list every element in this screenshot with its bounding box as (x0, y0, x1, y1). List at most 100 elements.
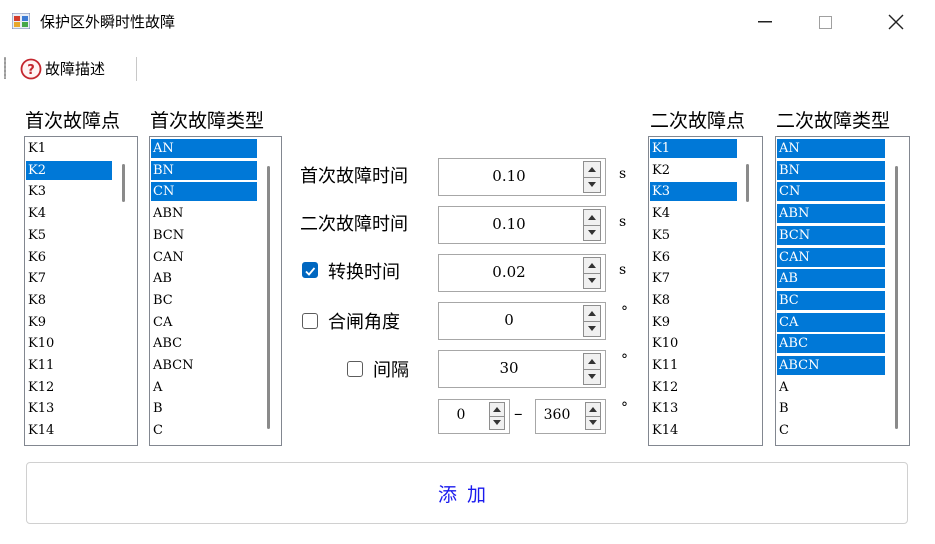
first-point-scrollbar[interactable] (122, 164, 125, 202)
list-item[interactable]: K3 (650, 182, 737, 202)
second-time-value[interactable]: 0.10 (439, 215, 579, 233)
list-item[interactable]: ABCN (151, 356, 257, 375)
first-time-spinner[interactable]: 0.10 (438, 158, 606, 196)
list-item[interactable]: K7 (650, 269, 737, 288)
list-item[interactable]: K10 (650, 334, 737, 353)
second-time-spinner[interactable]: 0.10 (438, 206, 606, 244)
list-item[interactable]: BC (777, 290, 885, 310)
list-item[interactable]: AB (151, 269, 257, 288)
list-item[interactable]: ABC (151, 334, 257, 353)
list-item[interactable]: ABC (777, 334, 885, 354)
list-item[interactable]: C (777, 421, 885, 440)
range-to-value[interactable]: 360 (537, 407, 577, 423)
first-time-value[interactable]: 0.10 (439, 167, 579, 185)
list-item[interactable]: CAN (777, 247, 885, 267)
list-item[interactable]: K7 (26, 269, 112, 288)
list-item[interactable]: CA (151, 313, 257, 332)
question-circle-icon[interactable]: ? (20, 58, 42, 80)
second-point-listbox[interactable]: K1 K2 K3 K4 K5 K6 K7 K8 K9 K10 K11 K12 K13 K14 (648, 136, 763, 446)
list-item[interactable]: B (777, 399, 885, 418)
list-item[interactable]: K2 (650, 161, 737, 180)
range-from-value[interactable]: 0 (441, 407, 481, 423)
second-type-scrollbar[interactable] (895, 166, 898, 429)
spin-up-icon[interactable] (586, 403, 600, 417)
list-item[interactable]: K5 (650, 226, 737, 245)
list-item[interactable]: K10 (26, 334, 112, 353)
interval-checkbox[interactable] (347, 361, 363, 377)
second-point-scrollbar[interactable] (746, 164, 749, 202)
switch-time-checkbox[interactable] (302, 262, 318, 278)
list-item[interactable]: K1 (26, 139, 112, 158)
minimize-button[interactable] (735, 0, 795, 44)
list-item[interactable]: K14 (26, 421, 112, 440)
list-item[interactable]: K2 (26, 160, 112, 180)
list-item[interactable]: K1 (650, 139, 737, 158)
spin-up-icon[interactable] (584, 354, 600, 370)
spin-down-icon[interactable] (490, 417, 504, 430)
list-item[interactable]: K4 (26, 204, 112, 223)
list-item[interactable]: BCN (151, 226, 257, 245)
list-item[interactable]: C (151, 421, 257, 440)
spin-up-icon[interactable] (490, 403, 504, 417)
spin-down-icon[interactable] (584, 226, 600, 241)
close-angle-value[interactable]: 0 (439, 311, 579, 329)
list-item[interactable]: AN (151, 139, 257, 158)
spin-up-icon[interactable] (584, 306, 600, 322)
spin-down-icon[interactable] (586, 417, 600, 430)
list-item[interactable]: K6 (650, 248, 737, 267)
list-item[interactable]: K13 (26, 399, 112, 418)
switch-time-value[interactable]: 0.02 (439, 263, 579, 281)
list-item[interactable]: ABCN (777, 356, 885, 375)
list-item[interactable]: K12 (650, 378, 737, 397)
list-item[interactable]: AB (777, 269, 885, 289)
list-item[interactable]: BCN (777, 225, 885, 245)
interval-spinner[interactable]: 30 (438, 350, 606, 388)
first-type-listbox[interactable]: AN BN CN ABN BCN CAN AB BC CA ABC ABCN A B C (149, 136, 282, 446)
list-item[interactable]: K8 (650, 291, 737, 310)
close-button[interactable] (866, 0, 926, 44)
list-item[interactable]: K9 (650, 313, 737, 332)
first-point-listbox[interactable]: K1 K2 K3 K4 K5 K6 K7 K8 K9 K10 K11 K12 K13 K14 (24, 136, 138, 446)
fault-description-button[interactable]: 故障描述 (45, 58, 105, 79)
spin-up-icon[interactable] (584, 258, 600, 274)
list-item[interactable]: A (777, 378, 885, 397)
interval-spin-buttons[interactable] (583, 353, 601, 385)
toolbar-grip[interactable] (4, 57, 6, 79)
close-angle-spinner[interactable]: 0 (438, 302, 606, 340)
list-item[interactable]: AN (777, 139, 885, 158)
list-item[interactable]: K3 (26, 182, 112, 201)
list-item[interactable]: K13 (650, 399, 737, 418)
switch-time-spin-buttons[interactable] (583, 257, 601, 289)
range-from-spin-buttons[interactable] (489, 402, 505, 430)
list-item[interactable]: ABN (777, 204, 885, 224)
list-item[interactable]: K14 (650, 421, 737, 440)
list-item[interactable]: B (151, 399, 257, 418)
spin-down-icon[interactable] (584, 274, 600, 289)
list-item[interactable]: K11 (650, 356, 737, 375)
switch-time-spinner[interactable]: 0.02 (438, 254, 606, 292)
range-to-spin-buttons[interactable] (585, 402, 601, 430)
second-type-listbox[interactable]: AN BN CN ABN BCN CAN AB BC CA ABC ABCN A B C (775, 136, 910, 446)
second-time-spin-buttons[interactable] (583, 209, 601, 241)
list-item[interactable]: K6 (26, 248, 112, 267)
list-item[interactable]: A (151, 378, 257, 397)
interval-value[interactable]: 30 (439, 359, 579, 377)
list-item[interactable]: ABN (151, 204, 257, 223)
list-item[interactable]: K4 (650, 204, 737, 223)
first-type-scrollbar[interactable] (267, 166, 270, 429)
spin-down-icon[interactable] (584, 178, 600, 193)
list-item[interactable]: BN (777, 160, 885, 180)
close-angle-checkbox[interactable] (302, 313, 318, 329)
spin-up-icon[interactable] (584, 210, 600, 226)
list-item[interactable]: CN (777, 182, 885, 202)
list-item[interactable]: K8 (26, 291, 112, 310)
add-button[interactable]: 添加 (26, 462, 908, 524)
list-item[interactable]: CAN (151, 248, 257, 267)
list-item[interactable]: K5 (26, 226, 112, 245)
list-item[interactable]: CA (777, 312, 885, 332)
first-time-spin-buttons[interactable] (583, 161, 601, 193)
list-item[interactable]: BN (151, 160, 257, 180)
close-angle-spin-buttons[interactable] (583, 305, 601, 337)
spin-down-icon[interactable] (584, 370, 600, 385)
spin-up-icon[interactable] (584, 162, 600, 178)
